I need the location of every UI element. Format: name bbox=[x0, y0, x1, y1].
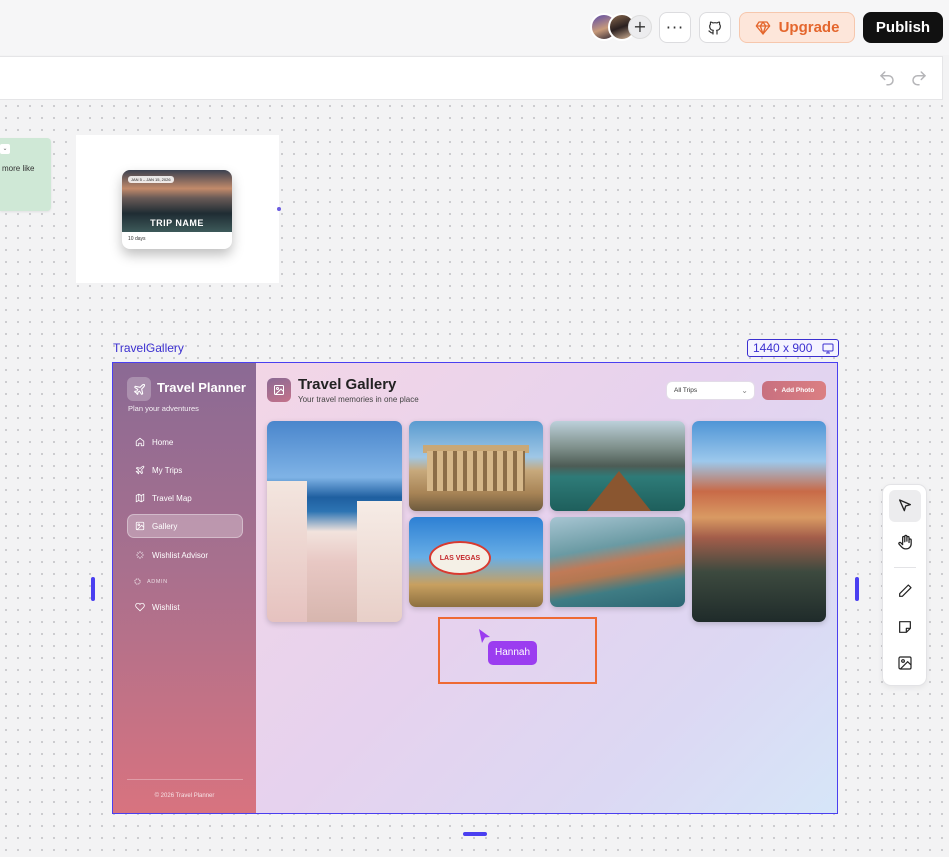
sticky-text: more like bbox=[2, 164, 35, 173]
sidebar-footer: © 2026 Travel Planner bbox=[154, 793, 215, 799]
chevron-down-icon: ⌄ bbox=[741, 386, 748, 395]
photo-lake[interactable] bbox=[550, 421, 685, 511]
sidebar-item-my-trips[interactable]: My Trips bbox=[127, 458, 243, 482]
sticky-note[interactable]: ⌄ more like bbox=[0, 138, 51, 211]
trip-date: JAN 5 – JAN 15, 2026 bbox=[128, 176, 174, 183]
trip-card[interactable]: JAN 5 – JAN 15, 2026 TRIP NAME 10 days bbox=[122, 170, 232, 249]
resize-handle-right[interactable] bbox=[855, 577, 859, 601]
undo-icon[interactable] bbox=[878, 69, 896, 87]
photo-las-vegas[interactable]: LAS VEGAS bbox=[409, 517, 543, 607]
sticky-note-icon bbox=[899, 621, 911, 633]
sparkle-icon bbox=[136, 551, 144, 559]
vegas-sign-text: LAS VEGAS bbox=[439, 555, 481, 562]
add-collaborator-button[interactable]: + bbox=[628, 15, 652, 39]
sidebar-item-gallery[interactable]: Gallery bbox=[127, 514, 243, 538]
trip-name: TRIP NAME bbox=[150, 218, 204, 228]
resize-handle-bottom[interactable] bbox=[463, 832, 487, 836]
sidebar-item-label: Travel Map bbox=[152, 493, 192, 503]
resize-handle-left[interactable] bbox=[91, 577, 95, 601]
photo-cinque-terre[interactable] bbox=[692, 421, 826, 622]
canvas-toolbar bbox=[0, 56, 943, 100]
more-options-button[interactable]: ··· bbox=[659, 12, 691, 43]
hand-tool[interactable] bbox=[889, 526, 921, 558]
divider bbox=[127, 779, 243, 780]
app-subtitle: Plan your adventures bbox=[128, 404, 199, 413]
chevron-down-icon[interactable]: ⌄ bbox=[0, 144, 10, 154]
plane-icon bbox=[135, 465, 145, 475]
trip-days: 10 days bbox=[128, 236, 146, 242]
plus-icon: + bbox=[773, 387, 778, 394]
sidebar-item-wishlist-advisor[interactable]: Wishlist Advisor bbox=[127, 543, 243, 567]
github-button[interactable] bbox=[699, 12, 731, 43]
gallery-main: Travel Gallery Your travel memories in o… bbox=[256, 363, 837, 813]
home-icon bbox=[135, 437, 145, 447]
travel-gallery-frame[interactable]: Travel Planner Plan your adventures Home… bbox=[112, 362, 838, 814]
github-icon bbox=[708, 20, 721, 35]
connector-handle[interactable] bbox=[277, 207, 281, 211]
upgrade-button[interactable]: Upgrade bbox=[739, 12, 855, 43]
gallery-icon bbox=[135, 521, 145, 531]
hand-icon bbox=[897, 534, 912, 550]
redo-icon[interactable] bbox=[910, 69, 928, 87]
top-bar: + ··· Upgrade Publish bbox=[0, 0, 949, 55]
sidebar-item-label: Wishlist Advisor bbox=[152, 550, 209, 560]
sidebar-item-label: Gallery bbox=[152, 521, 178, 531]
monitor-icon bbox=[822, 343, 834, 354]
collaborator-cursor-label: Hannah bbox=[488, 641, 537, 665]
publish-button[interactable]: Publish bbox=[863, 12, 943, 43]
circle-icon bbox=[134, 578, 141, 585]
trip-filter-select[interactable]: All Trips ⌄ bbox=[666, 381, 755, 400]
frame-size-badge[interactable]: 1440 x 900 bbox=[747, 339, 839, 357]
diamond-icon bbox=[755, 20, 770, 35]
add-photo-button[interactable]: + Add Photo bbox=[762, 381, 826, 400]
sidebar-item-home[interactable]: Home bbox=[127, 430, 243, 454]
sidebar-item-label: Home bbox=[152, 437, 174, 447]
map-icon bbox=[135, 493, 145, 503]
tool-palette bbox=[882, 484, 927, 686]
gallery-header-icon bbox=[267, 378, 291, 402]
photo-dubrovnik[interactable] bbox=[550, 517, 685, 607]
pen-tool[interactable] bbox=[889, 575, 921, 607]
add-photo-label: Add Photo bbox=[781, 387, 815, 394]
divider bbox=[894, 567, 916, 568]
sidebar: Travel Planner Plan your adventures Home… bbox=[113, 363, 256, 813]
image-icon bbox=[898, 656, 912, 670]
sidebar-item-travel-map[interactable]: Travel Map bbox=[127, 486, 243, 510]
collaborator-avatars[interactable]: + bbox=[590, 13, 652, 41]
plane-logo-icon bbox=[127, 377, 151, 401]
frame-size: 1440 x 900 bbox=[753, 341, 813, 355]
page-title: Travel Gallery bbox=[298, 376, 397, 393]
note-tool[interactable] bbox=[889, 611, 921, 643]
frame-label[interactable]: TravelGallery bbox=[113, 341, 184, 355]
pointer-icon bbox=[899, 499, 911, 512]
image-tool[interactable] bbox=[889, 647, 921, 679]
sidebar-item-label: Wishlist bbox=[152, 602, 180, 612]
select-tool[interactable] bbox=[889, 490, 921, 522]
page-subtitle: Your travel memories in one place bbox=[298, 395, 419, 404]
sidebar-item-label: My Trips bbox=[152, 465, 183, 475]
section-label: ADMIN bbox=[147, 578, 168, 585]
filter-value: All Trips bbox=[674, 387, 698, 394]
sidebar-item-wishlist[interactable]: Wishlist bbox=[127, 595, 243, 619]
pencil-icon bbox=[899, 584, 912, 597]
photo-santorini[interactable] bbox=[267, 421, 402, 622]
upgrade-label: Upgrade bbox=[778, 19, 840, 36]
heart-icon bbox=[135, 602, 145, 612]
photo-athens[interactable] bbox=[409, 421, 543, 511]
app-title: Travel Planner bbox=[157, 380, 246, 395]
nav-section-admin: ADMIN bbox=[134, 578, 168, 585]
